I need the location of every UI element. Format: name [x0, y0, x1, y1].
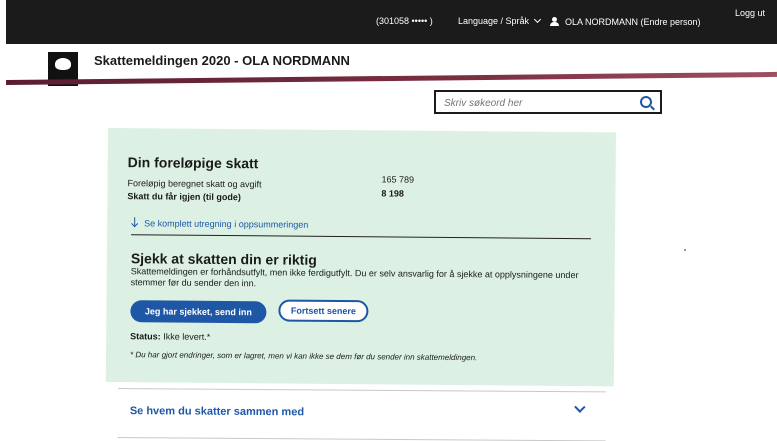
chevron-down-icon[interactable] — [574, 401, 586, 413]
search-input[interactable] — [442, 93, 636, 113]
chevron-down-icon — [534, 15, 542, 24]
person-icon — [550, 17, 559, 26]
account-id: (301058 ••••• ) — [376, 16, 433, 26]
tax-label-estimated: Foreløpig beregnet skatt og avgift — [127, 178, 262, 190]
check-description: Skattemeldingen er forhåndsutfylt, men i… — [130, 266, 579, 289]
search-box — [434, 90, 662, 114]
page-title: Skattemeldingen 2020 - OLA NORDMANN — [94, 53, 350, 68]
logout-link[interactable]: Logg ut — [735, 8, 765, 18]
user-name: OLA NORDMANN (Endre person) — [565, 17, 701, 27]
arrow-down-icon — [131, 217, 139, 227]
logo-mark-icon — [55, 58, 71, 70]
section-divider — [131, 234, 592, 240]
tax-value-estimated: 165 789 — [381, 174, 415, 185]
check-heading: Sjekk at skatten din er riktig — [130, 250, 317, 268]
language-selector[interactable]: Language / Språk — [458, 15, 542, 26]
co-taxation-section[interactable]: Se hvem du skatter sammen med — [117, 388, 606, 441]
top-bar: (301058 ••••• ) Language / Språk OLA NOR… — [6, 0, 777, 44]
full-calculation-link[interactable]: Se komplett utregning i oppsummeringen — [131, 216, 309, 230]
language-label: Language / Språk — [458, 16, 530, 26]
tax-label-refund: Skatt du får igjen (til gode) — [127, 191, 241, 203]
status-line: Status: Ikke levert.* — [130, 331, 210, 342]
footnote: * Du har gjort endringer, som er lagret,… — [129, 350, 478, 363]
send-in-button[interactable]: Jeg har sjekket, send inn — [130, 300, 267, 324]
full-calculation-label: Se komplett utregning i oppsummeringen — [144, 218, 309, 230]
tax-value-refund: 8 198 — [381, 188, 405, 199]
status-label: Status: — [130, 331, 161, 342]
section-title: Se hvem du skatter sammen med — [129, 405, 305, 419]
continue-later-button[interactable]: Fortsett senere — [278, 299, 369, 323]
status-badge: Ikke levert.* — [163, 331, 211, 342]
stray-dot — [684, 249, 686, 251]
tax-heading: Din foreløpige skatt — [127, 154, 259, 172]
search-icon[interactable] — [640, 96, 652, 108]
user-menu[interactable]: OLA NORDMANN (Endre person) — [550, 16, 701, 27]
tax-summary-card: Din foreløpige skatt Foreløpig beregnet … — [105, 128, 616, 387]
